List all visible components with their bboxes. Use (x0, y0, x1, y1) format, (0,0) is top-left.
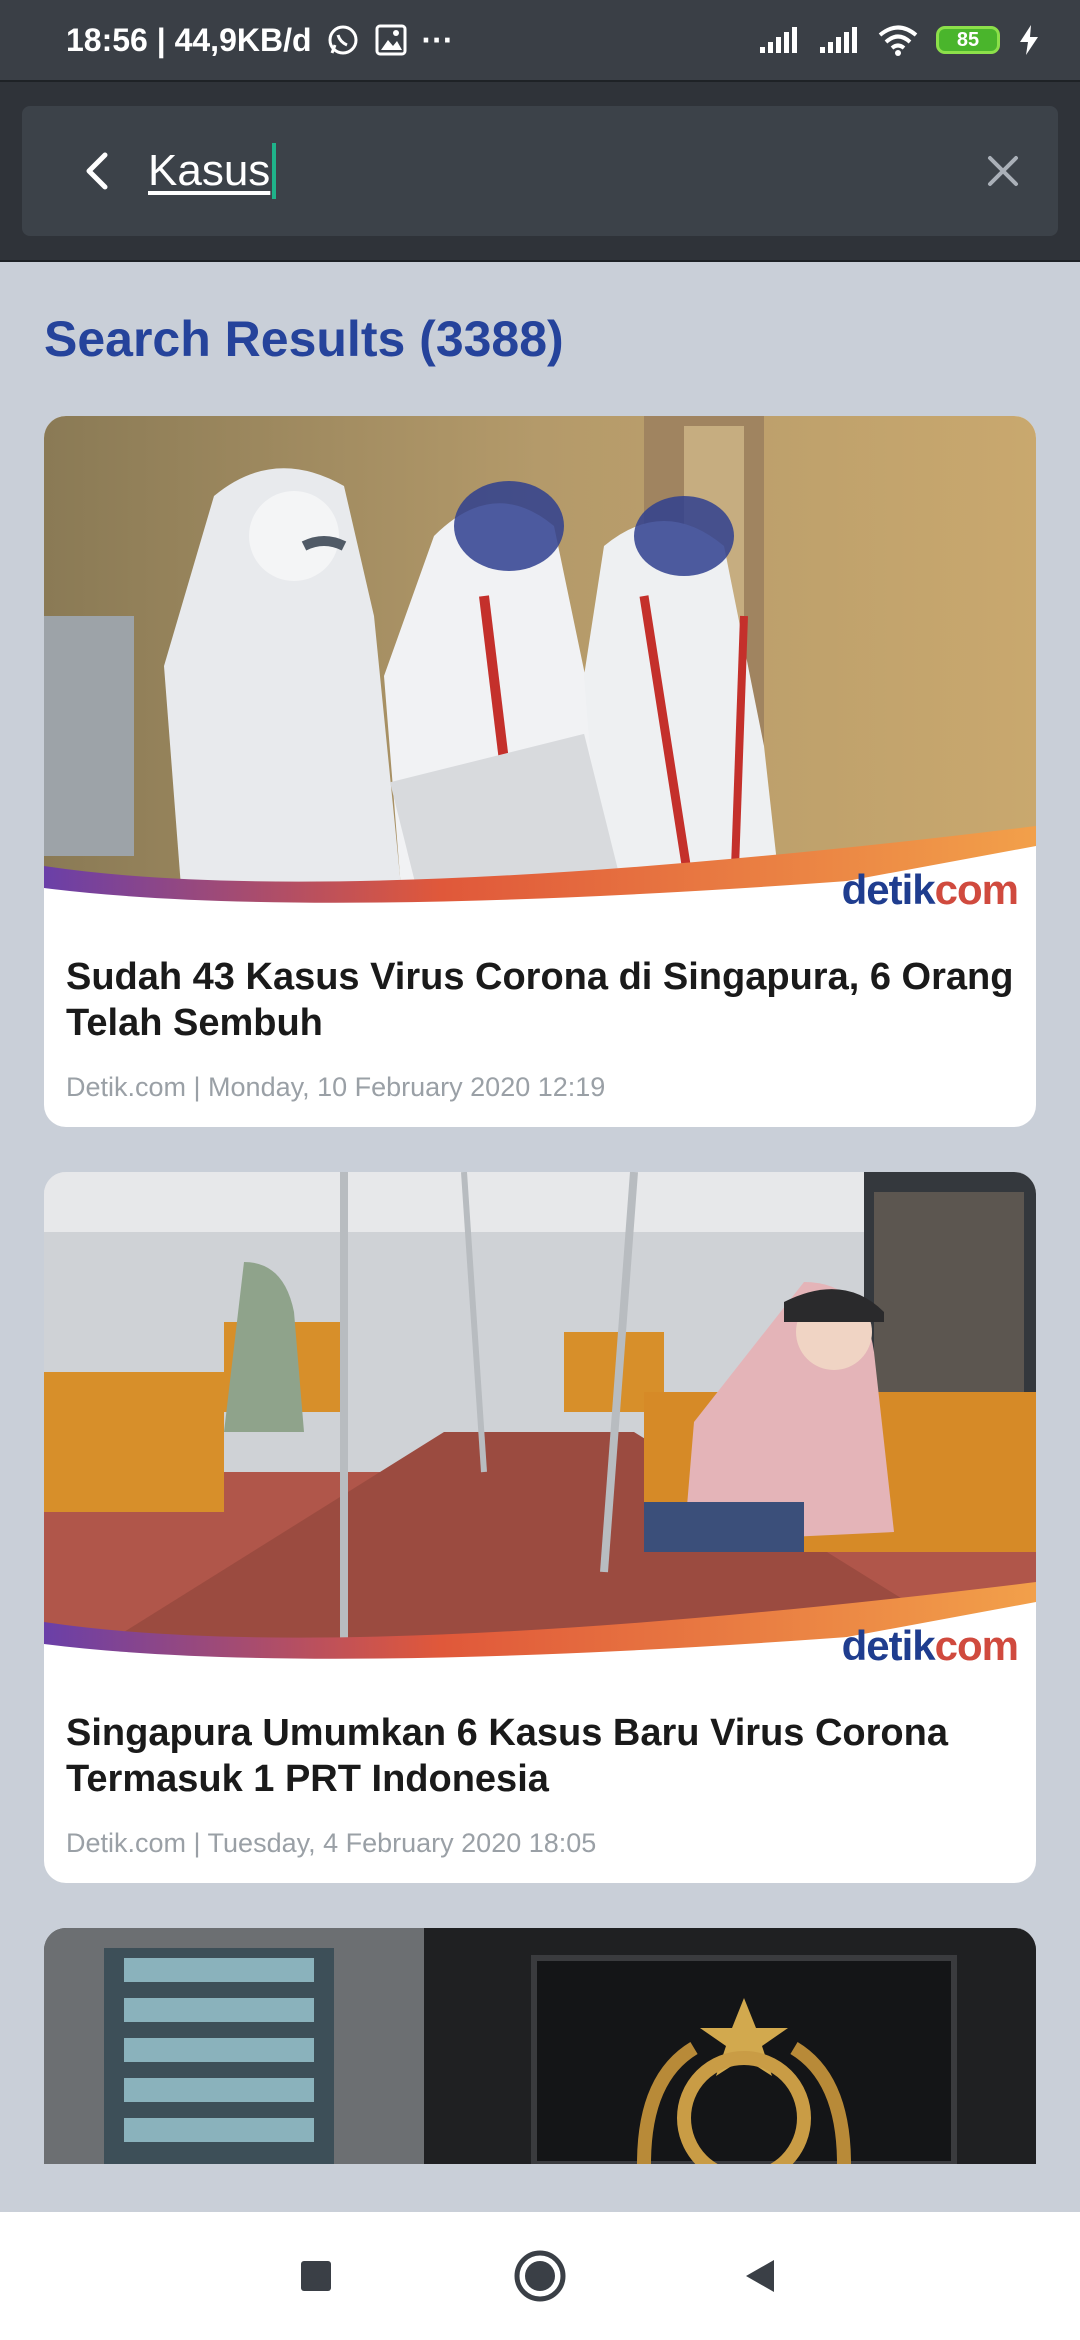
detikcom-logo: detikcom (841, 1622, 1019, 1669)
detikcom-logo: detikcom (841, 866, 1019, 913)
search-input[interactable]: Kasus (148, 134, 968, 208)
system-nav-bar (0, 2212, 1080, 2340)
article-meta: Detik.com | Monday, 10 February 2020 12:… (66, 1072, 606, 1102)
recents-button[interactable] (288, 2248, 344, 2304)
article-image: detikcom (44, 1172, 1036, 1682)
status-time: 18:56 | 44,9KB/d (66, 21, 312, 58)
charging-icon (1018, 24, 1040, 56)
signal-icon-2 (818, 25, 860, 55)
article-title: Singapura Umumkan 6 Kasus Baru Virus Cor… (66, 1712, 948, 1800)
battery-level: 85 (956, 28, 980, 51)
square-icon (301, 2261, 331, 2291)
article-card[interactable]: detikcom Sudah 43 Kasus Virus Corona di … (44, 416, 1036, 1127)
nav-back-button[interactable] (732, 2248, 788, 2304)
wifi-icon (878, 24, 918, 56)
search-box: Kasus (22, 106, 1058, 236)
signal-icon (758, 25, 800, 55)
circle-icon (514, 2250, 566, 2302)
text-caret (272, 143, 277, 199)
status-bar: 18:56 | 44,9KB/d ··· 85 (0, 0, 1080, 80)
article-title: Sudah 43 Kasus Virus Corona di Singapura… (66, 956, 1014, 1044)
chevron-left-icon (86, 152, 108, 190)
whatsapp-icon (326, 23, 360, 57)
article-image: detikcom (44, 416, 1036, 926)
more-notifications-icon: ··· (421, 21, 454, 58)
home-button[interactable] (512, 2248, 568, 2304)
article-meta: Detik.com | Tuesday, 4 February 2020 18:… (66, 1828, 597, 1858)
battery-icon: 85 (936, 26, 1000, 54)
triangle-back-icon (746, 2260, 774, 2292)
clear-search-button[interactable] (970, 138, 1036, 204)
gallery-icon (374, 23, 408, 57)
results-title: Search Results (3388) (44, 311, 564, 367)
back-button[interactable] (64, 138, 130, 204)
close-icon (988, 156, 1018, 186)
building-emblem-photo (44, 1928, 1036, 2164)
article-card[interactable] (44, 1928, 1036, 2164)
search-app-bar: Kasus (0, 80, 1080, 262)
article-card[interactable]: detikcom Singapura Umumkan 6 Kasus Baru … (44, 1172, 1036, 1883)
search-input-value: Kasus (148, 146, 271, 195)
